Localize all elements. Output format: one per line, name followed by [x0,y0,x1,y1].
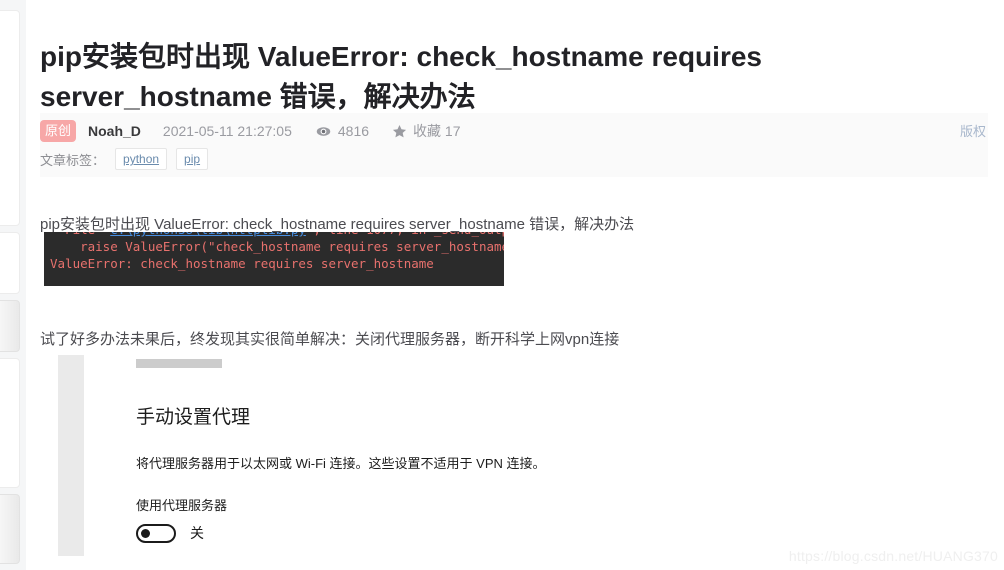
toggle-knob [141,528,150,538]
code-line-0-suffix: ", line 1077, in _send_output [306,232,504,237]
embedded-settings-screenshot: 手动设置代理 将代理服务器用于以太网或 Wi-Fi 连接。这些设置不适用于 VP… [40,355,560,570]
article-card: pip安装包时出现 ValueError: check_hostname req… [26,0,1004,570]
meta-row-tags: 文章标签： python pip [40,147,217,171]
code-line-2: ValueError: check_hostname requires serv… [50,256,434,271]
tags-label: 文章标签： [40,152,106,168]
tag-chip-python[interactable]: python [115,148,168,170]
rail-card-3[interactable] [0,300,20,352]
body-paragraph-2: 试了好多办法未果后，终发现其实很简单解决：关闭代理服务器，断开科学上网vpn连接 [40,331,620,348]
code-line-0-prefix: File " [50,232,110,237]
rail-card-4[interactable] [0,358,20,488]
copyright-link[interactable]: 版权 [960,121,986,140]
settings-section-description: 将代理服务器用于以太网或 Wi-Fi 连接。这些设置不适用于 VPN 连接。 [136,456,546,471]
meta-row-primary: 原创 Noah_D 2021-05-11 21:27:05 4816 收藏 17 [40,119,483,143]
redacted-heading-bar [136,359,222,368]
view-count-stat: 4816 [316,123,369,139]
star-icon [391,123,407,139]
rail-card-1[interactable] [0,10,20,226]
settings-sidebar-strip [58,355,84,556]
watermark: https://blog.csdn.net/HUANG370 [788,548,998,564]
publish-timestamp: 2021-05-11 21:27:05 [162,123,292,139]
article-meta-bar: 原创 Noah_D 2021-05-11 21:27:05 4816 收藏 17… [40,113,988,177]
code-line-1: raise ValueError("check_hostname require… [50,239,504,254]
favorite-count-stat[interactable]: 收藏 17 [391,121,461,141]
code-block: File "c:\python38\lib\httplib.py", line … [44,232,504,286]
toggle-state-label: 关 [190,525,204,541]
use-proxy-toggle[interactable] [136,523,176,543]
favorite-count-label: 收藏 17 [413,123,461,139]
code-block-content: File "c:\python38\lib\httplib.py", line … [44,232,504,272]
eye-icon [316,123,332,139]
left-sidebar-rail [0,0,26,570]
page-title: pip安装包时出现 ValueError: check_hostname req… [40,40,762,112]
code-line-0-link[interactable]: c:\python38\lib\httplib.py [110,232,306,237]
tag-chip-pip[interactable]: pip [176,148,209,170]
use-proxy-toggle-row[interactable]: 关 [136,523,204,543]
author-name[interactable]: Noah_D [88,123,141,139]
settings-section-heading: 手动设置代理 [136,407,251,428]
blog-article-page: pip安装包时出现 ValueError: check_hostname req… [0,0,1004,570]
rail-card-2[interactable] [0,232,20,294]
use-proxy-label: 使用代理服务器 [136,498,228,513]
view-count-value: 4816 [337,123,370,139]
status-badge-original: 原创 [40,120,77,142]
rail-card-5[interactable] [0,494,20,564]
